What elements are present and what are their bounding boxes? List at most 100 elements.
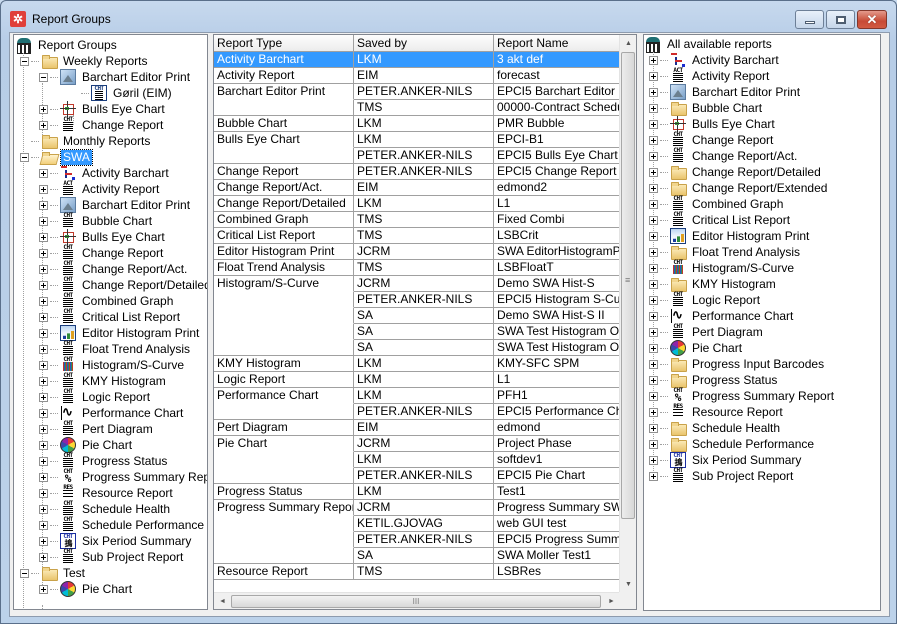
all-reports-tree[interactable]: All available reports Activity Barchart AC… [643, 34, 881, 611]
expand-icon[interactable] [39, 232, 48, 242]
expand-icon[interactable] [649, 327, 658, 337]
tree-node[interactable]: Editor Histogram Print [39, 325, 201, 341]
expand-icon[interactable] [649, 423, 658, 433]
table-row[interactable]: Bubble Chart LKM PMR Bubble [214, 116, 620, 132]
table-row[interactable]: KMY Histogram LKM KMY-SFC SPM [214, 356, 620, 372]
expand-icon[interactable] [649, 279, 658, 289]
column-header-report-name[interactable]: Report Name [494, 35, 620, 51]
expand-icon[interactable] [39, 536, 48, 546]
tree-node[interactable]: Monthly Reports [20, 133, 152, 149]
table-row[interactable]: Activity Barchart LKM 3 akt def [214, 52, 620, 68]
table-row[interactable]: SASWA Test Histogram OS2 [214, 324, 620, 340]
table-row[interactable]: Activity Report EIM forecast [214, 68, 620, 84]
tree-node[interactable]: CHT Six Period Summary [39, 533, 193, 549]
tree-node[interactable]: CHT Change Report/Act. [39, 261, 189, 277]
reports-grid[interactable]: Report Type Saved by Report Name Activit… [213, 34, 637, 610]
scroll-left-arrow-icon[interactable]: ◄ [214, 593, 231, 609]
table-row[interactable]: Resource Report TMS LSBRes [214, 564, 620, 580]
tree-node[interactable]: CHT Progress Summary Report [649, 388, 836, 404]
tree-node[interactable]: CHT Critical List Report [39, 309, 182, 325]
expand-icon[interactable] [39, 328, 48, 338]
tree-node[interactable]: RES Resource Report [39, 485, 175, 501]
expand-icon[interactable] [39, 280, 48, 290]
tree-node[interactable]: Schedule Health [649, 420, 782, 436]
table-row[interactable]: Change Report PETER.ANKER-NILS EPCI5 Chang… [214, 164, 620, 180]
table-row[interactable]: Editor Histogram Print JCRM SWA EditorHist… [214, 244, 620, 260]
expand-icon[interactable] [39, 216, 48, 226]
close-button[interactable]: ✕ [857, 10, 887, 29]
tree-node[interactable]: CHT Progress Summary Report [39, 469, 207, 485]
table-row[interactable]: Float Trend Analysis TMS LSBFloatT [214, 260, 620, 276]
expand-icon[interactable] [649, 199, 658, 209]
expand-icon[interactable] [649, 151, 658, 161]
expand-icon[interactable] [649, 439, 658, 449]
table-row[interactable]: Change Report/Detailed LKM L1 [214, 196, 620, 212]
tree-node[interactable]: Pie Chart [39, 581, 134, 597]
tree-node[interactable]: CHT Pert Diagram [649, 324, 765, 340]
tree-node[interactable]: Bulls Eye Chart [649, 116, 777, 132]
tree-node[interactable]: Editor Histogram Print [649, 228, 811, 244]
expand-icon[interactable] [649, 71, 658, 81]
tree-node[interactable]: CHT Histogram/S-Curve [39, 357, 186, 373]
expand-icon[interactable] [649, 295, 658, 305]
horizontal-scrollbar[interactable]: ◄ III ► [214, 592, 620, 609]
tree-node[interactable]: CHT Change Report [39, 245, 165, 261]
expand-icon[interactable] [649, 231, 658, 241]
expand-icon[interactable] [649, 359, 658, 369]
tree-root-report-groups[interactable]: Report Groups [16, 37, 119, 54]
tree-node[interactable]: CHT Combined Graph [39, 293, 175, 309]
expand-icon[interactable] [39, 344, 48, 354]
table-row[interactable]: SA SWA Moller Test1 [214, 548, 620, 564]
collapse-icon[interactable] [39, 72, 48, 82]
tree-node[interactable]: CHT Schedule Performance [39, 517, 206, 533]
tree-node[interactable]: CHT Bubble Chart [39, 213, 154, 229]
expand-icon[interactable] [39, 552, 48, 562]
collapse-icon[interactable] [20, 568, 29, 578]
tree-node[interactable]: CHT Six Period Summary [649, 452, 803, 468]
expand-icon[interactable] [39, 408, 48, 418]
expand-icon[interactable] [39, 296, 48, 306]
table-row[interactable]: Combined Graph TMS Fixed Combi [214, 212, 620, 228]
tree-node[interactable]: CHT Pert Diagram [39, 421, 155, 437]
expand-icon[interactable] [39, 120, 48, 130]
expand-icon[interactable] [649, 87, 658, 97]
tree-node[interactable]: CHT Logic Report [649, 292, 762, 308]
table-row[interactable]: Change Report/Act. EIM edmond2 [214, 180, 620, 196]
table-row[interactable]: PETER.ANKER-NILSEPCI5 Histogram S-Curve [214, 292, 620, 308]
tree-node[interactable]: Schedule Performance [649, 436, 816, 452]
expand-icon[interactable] [649, 55, 658, 65]
expand-icon[interactable] [39, 104, 48, 114]
tree-node[interactable]: KMY Histogram [649, 276, 778, 292]
expand-icon[interactable] [39, 248, 48, 258]
scroll-right-arrow-icon[interactable]: ► [603, 593, 620, 609]
tree-node[interactable]: Barchart Editor Print [39, 197, 192, 213]
vertical-scrollbar[interactable]: ▲ ▼ [619, 35, 636, 593]
tree-node[interactable]: CHT Histogram/S-Curve [649, 260, 796, 276]
scroll-up-arrow-icon[interactable]: ▲ [620, 35, 636, 52]
tree-node[interactable]: Barchart Editor Print [39, 69, 192, 85]
column-header-report-type[interactable]: Report Type [214, 35, 354, 51]
expand-icon[interactable] [39, 376, 48, 386]
tree-node[interactable]: Change Report/Extended [649, 180, 829, 196]
expand-icon[interactable] [39, 184, 48, 194]
expand-icon[interactable] [649, 135, 658, 145]
expand-icon[interactable] [39, 440, 48, 450]
tree-node[interactable]: CHT Sub Project Report [649, 468, 795, 484]
tree-node[interactable]: CHT Change Report/Detailed [39, 277, 207, 293]
scroll-down-arrow-icon[interactable]: ▼ [620, 576, 636, 593]
expand-icon[interactable] [39, 520, 48, 530]
tree-node[interactable]: Change Report/Detailed [649, 164, 823, 180]
expand-icon[interactable] [649, 183, 658, 193]
tree-node[interactable]: Pie Chart [649, 340, 744, 356]
tree-node[interactable]: CHT Change Report [649, 132, 775, 148]
table-row[interactable]: SASWA Test Histogram OS2 [214, 340, 620, 356]
table-row[interactable]: Performance Chart LKM PFH1 [214, 388, 620, 404]
expand-icon[interactable] [649, 455, 658, 465]
expand-icon[interactable] [649, 343, 658, 353]
expand-icon[interactable] [39, 360, 48, 370]
expand-icon[interactable] [39, 488, 48, 498]
tree-node[interactable]: Progress Status [649, 372, 779, 388]
table-row[interactable]: Pie Chart JCRM Project Phase [214, 436, 620, 452]
tree-node[interactable]: Weekly Reports [20, 53, 149, 69]
tree-node[interactable]: SWA [20, 148, 93, 166]
